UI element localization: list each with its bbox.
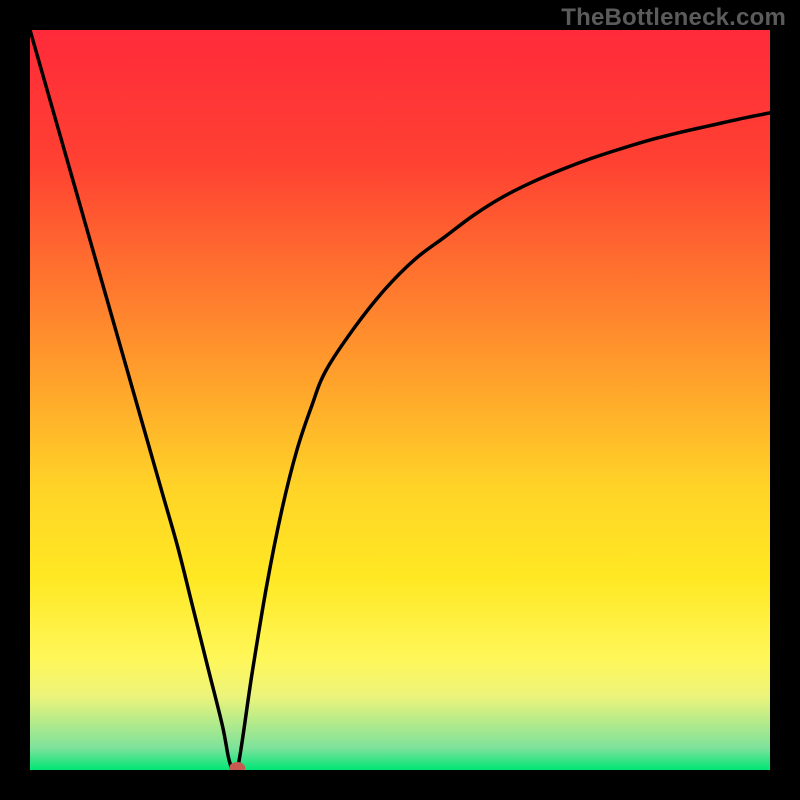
watermark-text: TheBottleneck.com [561, 4, 786, 32]
chart-frame: TheBottleneck.com [0, 0, 800, 800]
chart-svg [30, 30, 770, 770]
gradient-background [30, 30, 770, 770]
plot-area [30, 30, 770, 770]
